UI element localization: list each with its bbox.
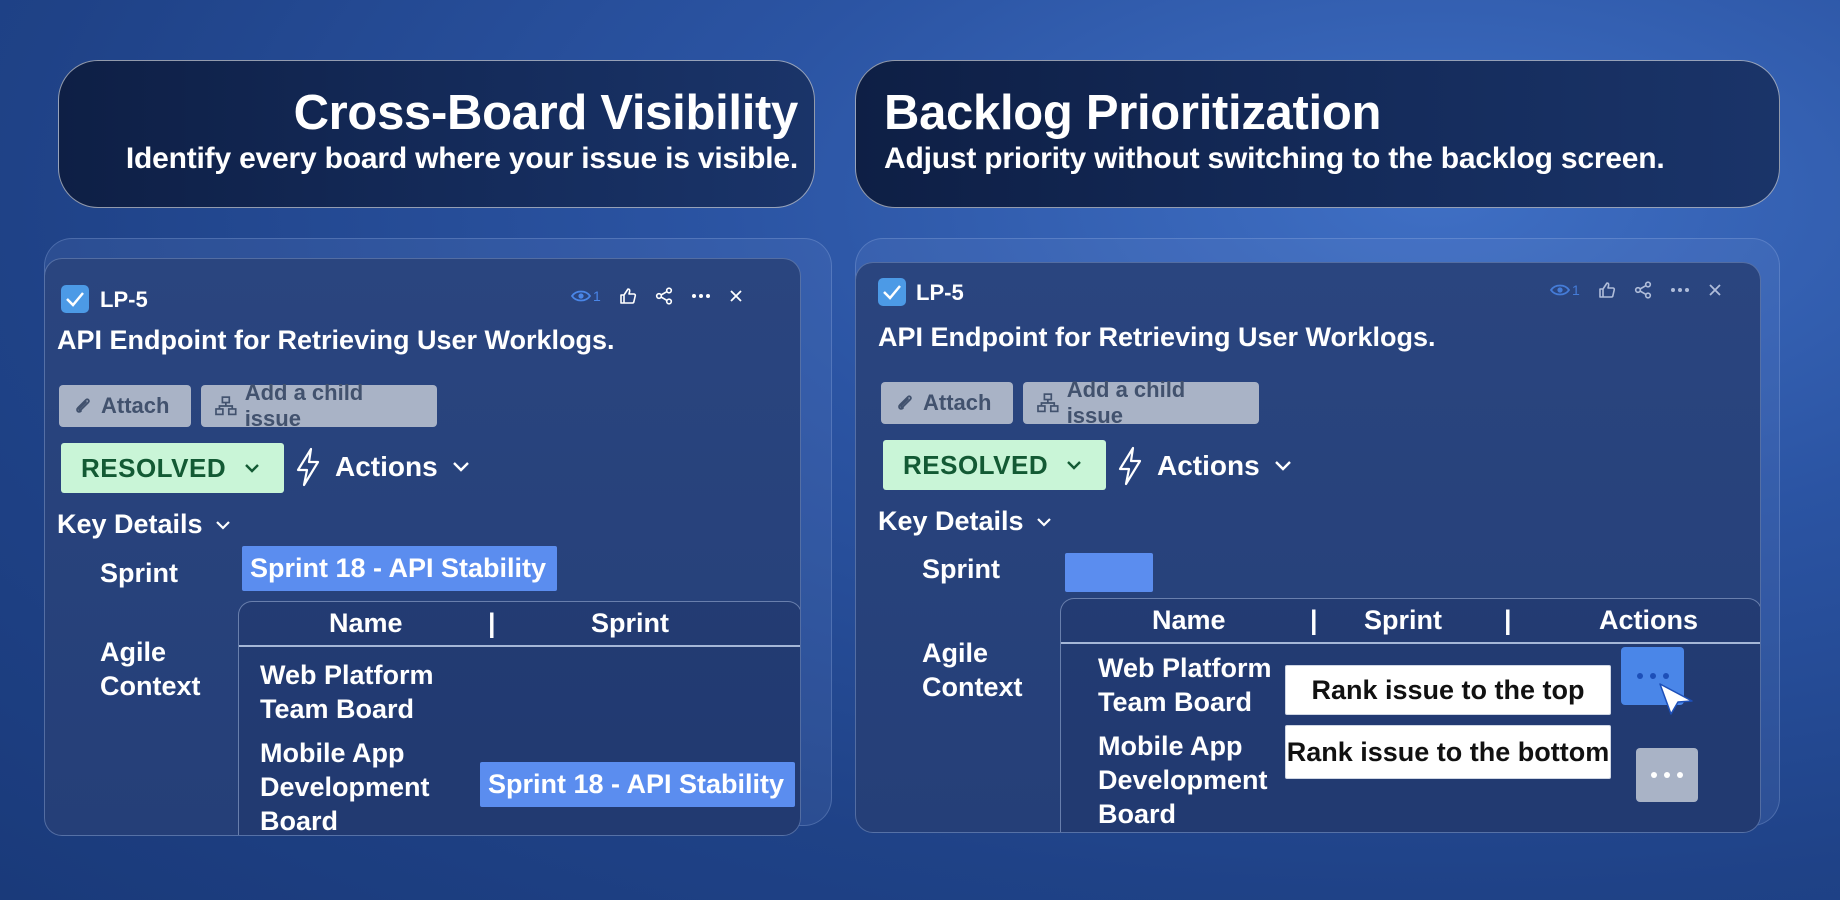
issue-panel-right: LP-5 1 API Endpoint for Retrieving User … <box>855 262 1761 833</box>
status-label: RESOLVED <box>81 452 227 483</box>
eye-icon <box>571 290 591 302</box>
add-child-issue-button[interactable]: Add a child issue <box>201 380 437 431</box>
issue-title[interactable]: API Endpoint for Retrieving User Worklog… <box>57 325 615 356</box>
agile-context-table: Name | Sprint Web Platform Team Board Mo… <box>238 601 800 835</box>
board-name-mobile-app[interactable]: Mobile App Development Board <box>260 736 430 835</box>
column-header-actions: Actions <box>1599 605 1699 635</box>
attach-label: Attach <box>923 390 992 415</box>
board-name-mobile-app[interactable]: Mobile App Development Board <box>1098 729 1268 831</box>
chevron-down-icon <box>245 464 259 473</box>
column-separator: | <box>1310 605 1318 635</box>
cursor-icon <box>1659 683 1693 715</box>
column-header-sprint: Sprint <box>1364 605 1442 635</box>
column-header-name: Name <box>1152 605 1226 635</box>
issue-toolbar: 1 <box>571 287 743 305</box>
add-child-issue-button[interactable]: Add a child issue <box>1023 377 1259 428</box>
chevron-down-icon <box>1036 517 1051 527</box>
column-separator: | <box>488 608 496 638</box>
table-header: Name | Sprint | Actions <box>1061 599 1760 644</box>
attach-label: Attach <box>101 393 170 418</box>
key-details-label: Key Details <box>57 509 203 539</box>
share-icon[interactable] <box>1634 281 1652 299</box>
chevron-down-icon <box>452 462 469 472</box>
sprint-value-chip[interactable] <box>1065 553 1153 592</box>
key-details-label: Key Details <box>878 506 1024 536</box>
lightning-icon <box>296 447 320 487</box>
table-header: Name | Sprint <box>239 602 800 647</box>
board-name-web-platform[interactable]: Web Platform Team Board <box>260 658 434 726</box>
add-child-label: Add a child issue <box>1066 377 1186 428</box>
issue-key[interactable]: LP-5 <box>916 280 964 306</box>
status-dropdown[interactable]: RESOLVED <box>883 440 1106 490</box>
add-child-label: Add a child issue <box>244 380 364 431</box>
actions-label: Actions <box>335 451 438 482</box>
header-title: Cross-Board Visibility <box>293 86 799 140</box>
row-actions-button[interactable] <box>1636 748 1698 802</box>
backlog-prioritization-header: Backlog Prioritization Adjust priority w… <box>855 60 1780 208</box>
rank-to-bottom-option[interactable]: Rank issue to the bottom <box>1285 725 1611 779</box>
status-label: RESOLVED <box>903 449 1049 480</box>
board-sprint-chip[interactable]: Sprint 18 - API Stability <box>480 762 795 807</box>
more-icon[interactable] <box>691 293 711 299</box>
issue-toolbar: 1 <box>1550 281 1722 299</box>
watch-count: 1 <box>1572 282 1580 298</box>
paperclip-icon <box>76 398 90 413</box>
agile-context-label: Agile Context <box>922 638 1023 702</box>
actions-menu[interactable]: Actions <box>295 447 470 487</box>
check-icon <box>878 278 906 306</box>
sprint-field-label: Sprint <box>100 558 178 588</box>
attach-button[interactable]: Attach <box>59 385 191 427</box>
more-icon[interactable] <box>1670 287 1690 293</box>
cross-board-visibility-header: Cross-Board Visibility Identify every bo… <box>58 60 815 208</box>
chevron-down-icon <box>1274 461 1291 471</box>
key-details-toggle[interactable]: Key Details <box>878 506 1052 537</box>
chevron-down-icon <box>1067 461 1081 470</box>
column-separator: | <box>1504 605 1512 635</box>
actions-label: Actions <box>1157 450 1260 481</box>
chevron-down-icon <box>215 520 230 530</box>
status-dropdown[interactable]: RESOLVED <box>61 443 284 493</box>
share-icon[interactable] <box>655 287 673 305</box>
hierarchy-icon <box>1037 393 1059 413</box>
issue-key[interactable]: LP-5 <box>100 287 148 313</box>
key-details-toggle[interactable]: Key Details <box>57 509 231 540</box>
paperclip-icon <box>898 395 912 410</box>
rank-to-top-option[interactable]: Rank issue to the top <box>1285 665 1611 715</box>
thumbs-up-icon[interactable] <box>619 287 637 305</box>
board-name-web-platform[interactable]: Web Platform Team Board <box>1098 651 1272 719</box>
close-icon[interactable] <box>729 289 743 303</box>
agile-context-table: Name | Sprint | Actions Web Platform Tea… <box>1060 598 1760 832</box>
sprint-value-chip[interactable]: Sprint 18 - API Stability <box>242 546 557 591</box>
header-title: Backlog Prioritization <box>884 86 1382 140</box>
hierarchy-icon <box>215 396 237 416</box>
thumbs-up-icon[interactable] <box>1598 281 1616 299</box>
lightning-icon <box>1118 446 1142 486</box>
watch-count: 1 <box>593 288 601 304</box>
watch-button[interactable]: 1 <box>571 288 601 304</box>
close-icon[interactable] <box>1708 283 1722 297</box>
column-header-sprint: Sprint <box>591 608 669 638</box>
column-header-name: Name <box>329 608 403 638</box>
eye-icon <box>1550 284 1570 296</box>
watch-button[interactable]: 1 <box>1550 282 1580 298</box>
attach-button[interactable]: Attach <box>881 382 1013 424</box>
issue-title[interactable]: API Endpoint for Retrieving User Worklog… <box>878 322 1436 353</box>
actions-menu[interactable]: Actions <box>1117 446 1292 486</box>
header-subtitle: Identify every board where your issue is… <box>125 142 798 175</box>
sprint-field-label: Sprint <box>922 554 1000 584</box>
issue-panel-left: LP-5 1 API Endpoint for Retrieving User … <box>44 258 801 836</box>
header-subtitle: Adjust priority without switching to the… <box>884 142 1665 175</box>
agile-context-label: Agile Context <box>100 637 201 701</box>
check-icon <box>61 285 89 313</box>
